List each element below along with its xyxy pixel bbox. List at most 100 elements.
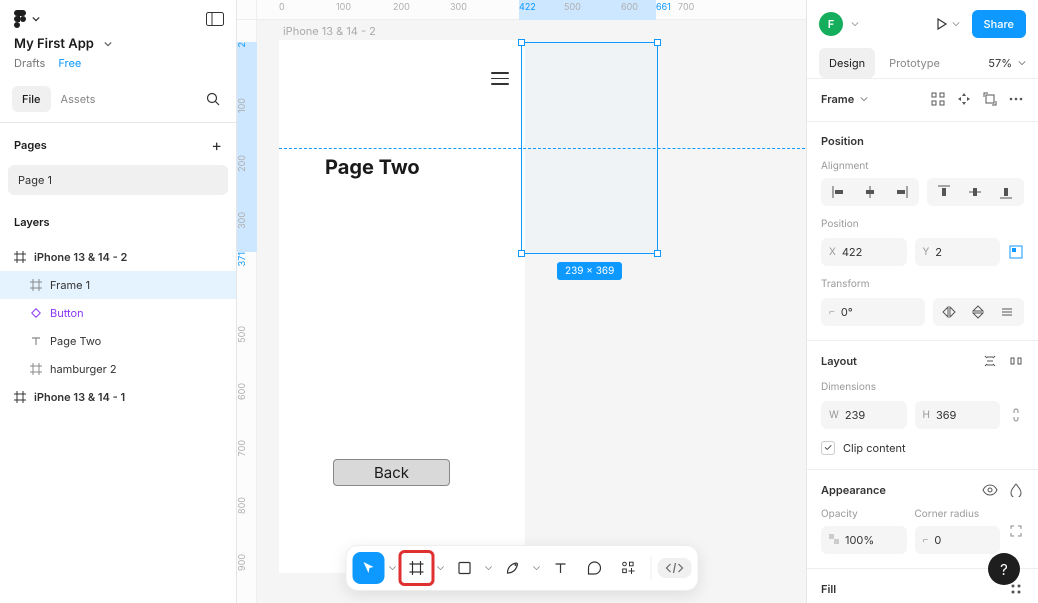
avatar[interactable]: F bbox=[819, 12, 843, 36]
constrain-proportions-icon[interactable] bbox=[1008, 407, 1024, 423]
tool-shape-chevron[interactable] bbox=[482, 564, 494, 572]
layer-label: iPhone 13 & 14 - 2 bbox=[34, 250, 127, 264]
fit-icon[interactable] bbox=[982, 91, 998, 107]
tool-pen-chevron[interactable] bbox=[530, 564, 542, 572]
zoom-control[interactable]: 57% bbox=[988, 56, 1026, 70]
ruler-tick: 661 bbox=[656, 0, 671, 20]
align-right-button[interactable] bbox=[885, 180, 916, 204]
layer-hamburger[interactable]: hamburger 2 bbox=[0, 355, 236, 383]
autolayout-v-icon[interactable] bbox=[982, 353, 998, 369]
ruler-horizontal[interactable]: 0 100 200 300 422 500 600 661 700 bbox=[257, 0, 806, 20]
tidy-icon[interactable] bbox=[956, 91, 972, 107]
canvas-back-button[interactable]: Back bbox=[333, 459, 450, 486]
canvas-frame-label[interactable]: iPhone 13 & 14 - 2 bbox=[283, 24, 376, 38]
ruler-tick: 800 bbox=[237, 497, 257, 514]
resize-handle-nw[interactable] bbox=[518, 39, 525, 46]
main-menu[interactable] bbox=[14, 10, 40, 28]
tab-file[interactable]: File bbox=[12, 86, 51, 112]
page-item[interactable]: Page 1 bbox=[8, 165, 228, 195]
resize-handle-sw[interactable] bbox=[518, 250, 525, 257]
layer-text-pagetwo[interactable]: Page Two bbox=[0, 327, 236, 355]
search-button[interactable] bbox=[202, 88, 224, 110]
tool-move-chevron[interactable] bbox=[386, 564, 398, 572]
align-bottom-button[interactable] bbox=[991, 180, 1022, 204]
frame-icon bbox=[14, 251, 26, 263]
layer-label: Button bbox=[50, 306, 84, 320]
ruler-vertical[interactable]: 2 100 200 300 371 500 600 700 800 900 bbox=[237, 20, 257, 603]
plan-badge[interactable]: Free bbox=[58, 56, 81, 70]
opacity-input[interactable]: 100% bbox=[821, 526, 907, 554]
ruler-tick: 700 bbox=[237, 440, 257, 456]
align-hcenter-button[interactable] bbox=[854, 180, 885, 204]
clip-content-checkbox[interactable]: ✓ bbox=[821, 441, 835, 455]
share-button[interactable]: Share bbox=[972, 10, 1026, 38]
width-input[interactable]: W239 bbox=[821, 401, 907, 429]
rotation-input[interactable]: ⌐0° bbox=[821, 298, 925, 326]
frame-icon bbox=[30, 363, 42, 375]
resize-handle-ne[interactable] bbox=[654, 39, 661, 46]
flip-vertical-button[interactable] bbox=[964, 300, 993, 324]
autolayout-h-icon[interactable] bbox=[1008, 353, 1024, 369]
ruler-tick: 2 bbox=[237, 42, 257, 48]
corner-icon: ⌐ bbox=[923, 534, 929, 546]
position-sublabel: Position bbox=[821, 218, 1024, 230]
corner-radius-input[interactable]: ⌐0 bbox=[915, 526, 1001, 554]
tool-move[interactable] bbox=[352, 552, 384, 584]
tool-shape[interactable] bbox=[448, 552, 480, 584]
align-top-button[interactable] bbox=[929, 180, 960, 204]
visibility-icon[interactable] bbox=[982, 482, 998, 498]
resize-handle-se[interactable] bbox=[654, 250, 661, 257]
layer-frame-iphone-2[interactable]: iPhone 13 & 14 - 2 bbox=[0, 243, 236, 271]
tool-frame[interactable] bbox=[400, 552, 432, 584]
height-input[interactable]: H369 bbox=[915, 401, 1001, 429]
blend-icon[interactable] bbox=[1008, 482, 1024, 498]
transform-label: Transform bbox=[821, 278, 1024, 290]
tool-frame-chevron[interactable] bbox=[434, 564, 446, 572]
y-input[interactable]: Y2 bbox=[915, 238, 1001, 266]
layer-button[interactable]: Button bbox=[0, 299, 236, 327]
flip-horizontal-button[interactable] bbox=[935, 300, 964, 324]
tool-devmode-toggle[interactable] bbox=[657, 558, 691, 578]
help-button[interactable]: ? bbox=[988, 553, 1020, 585]
align-vcenter-button[interactable] bbox=[960, 180, 991, 204]
opacity-icon bbox=[829, 534, 839, 547]
ruler-tick: 0 bbox=[279, 0, 285, 20]
fill-heading: Fill bbox=[821, 582, 836, 596]
canvas-text-pagetwo[interactable]: Page Two bbox=[325, 155, 420, 179]
alignment-label: Alignment bbox=[821, 160, 1024, 172]
tool-pen[interactable] bbox=[496, 552, 528, 584]
tool-text[interactable] bbox=[544, 552, 576, 584]
add-page-button[interactable]: + bbox=[211, 135, 222, 155]
layer-frame-1[interactable]: Frame 1 bbox=[0, 271, 236, 299]
artboard-iphone[interactable] bbox=[279, 40, 525, 573]
chevron-down-icon bbox=[32, 15, 40, 23]
x-input[interactable]: X422 bbox=[821, 238, 907, 266]
project-name[interactable]: My First App bbox=[14, 36, 112, 52]
tool-comment[interactable] bbox=[578, 552, 610, 584]
layout-grid-icon[interactable] bbox=[930, 91, 946, 107]
hamburger-icon[interactable] bbox=[491, 72, 509, 85]
tab-design[interactable]: Design bbox=[819, 48, 875, 78]
tab-assets[interactable]: Assets bbox=[51, 86, 106, 112]
align-left-button[interactable] bbox=[823, 180, 854, 204]
tool-actions[interactable] bbox=[612, 552, 644, 584]
tab-prototype[interactable]: Prototype bbox=[879, 48, 950, 78]
dimensions-label: Dimensions bbox=[821, 381, 1024, 393]
frame-type-selector[interactable]: Frame bbox=[821, 92, 868, 106]
independent-corners-icon[interactable] bbox=[1008, 523, 1024, 539]
chevron-down-icon bbox=[1018, 59, 1026, 67]
panel-toggle-button[interactable] bbox=[206, 12, 224, 26]
ruler-tick: 300 bbox=[450, 0, 467, 20]
ruler-tick: 600 bbox=[621, 0, 638, 20]
more-icon[interactable] bbox=[1008, 91, 1024, 107]
more-transform-button[interactable] bbox=[993, 300, 1022, 324]
canvas[interactable]: 0 100 200 300 422 500 600 661 700 2 100 … bbox=[237, 0, 806, 603]
avatar-chevron[interactable] bbox=[851, 17, 859, 31]
zoom-value: 57% bbox=[988, 56, 1012, 70]
layer-frame-iphone-1[interactable]: iPhone 13 & 14 - 1 bbox=[0, 383, 236, 411]
selection-box[interactable] bbox=[521, 42, 658, 254]
present-button[interactable] bbox=[930, 13, 964, 35]
project-location[interactable]: Drafts bbox=[14, 56, 45, 70]
ruler-tick: 200 bbox=[393, 0, 410, 20]
absolute-position-icon[interactable] bbox=[1008, 244, 1024, 260]
